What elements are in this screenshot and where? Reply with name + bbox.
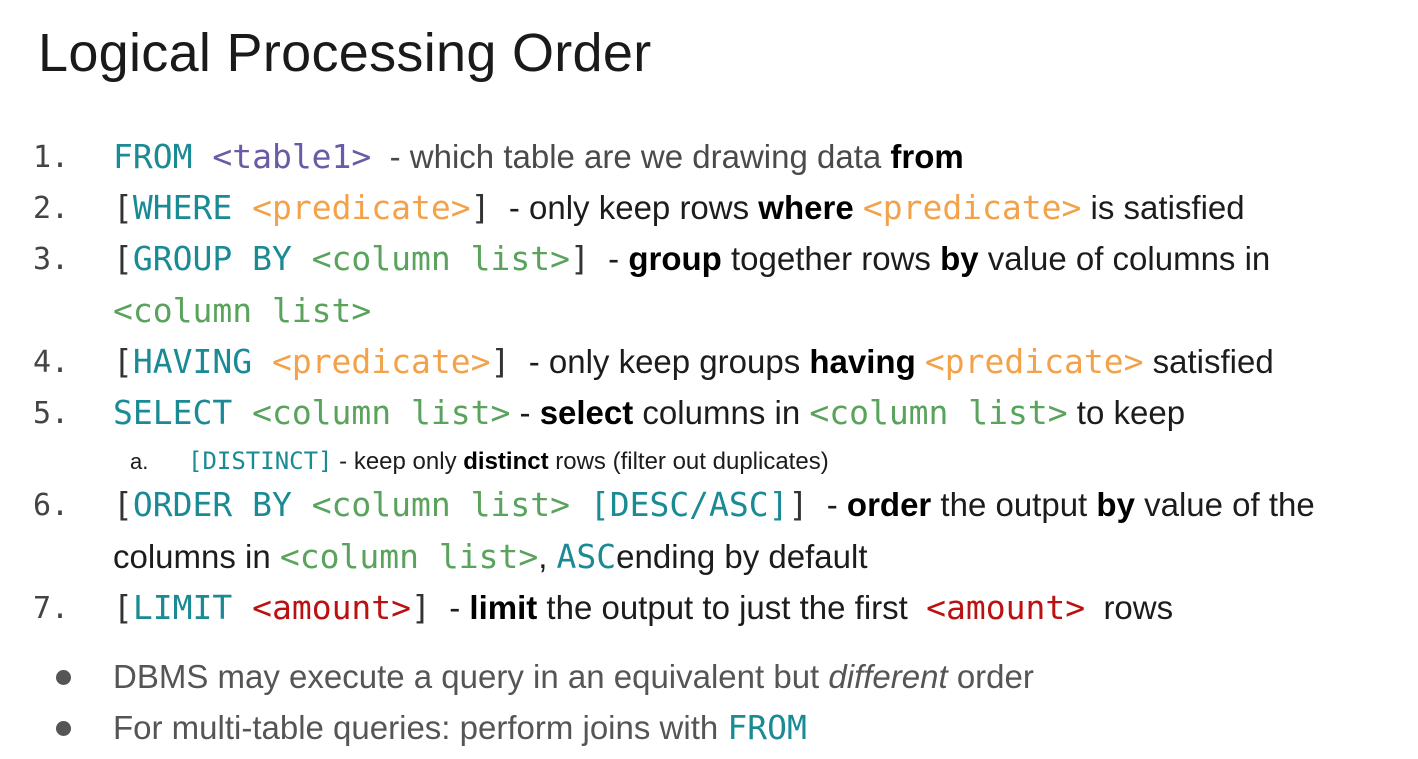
bullet-item-1: DBMS may execute a query in an equivalen… (113, 660, 1034, 693)
list-number: 3. (33, 242, 70, 277)
code-token: WHERE (132, 188, 253, 227)
text-segment: different (828, 658, 948, 695)
text-segment: from (890, 138, 964, 175)
code-token: <amount> (252, 588, 412, 627)
code-token: <column list> (252, 393, 511, 432)
list-item-1: FROM <table1> - which table are we drawi… (113, 140, 964, 173)
code-token: <column list> (113, 291, 372, 330)
code-token: SELECT (113, 393, 253, 432)
text-segment: ending by default (616, 538, 868, 575)
list-item-4: [HAVING <predicate>] - only keep groups … (113, 345, 1274, 378)
text-segment: by (1096, 486, 1135, 523)
code-token: [DISTINCT] (188, 447, 333, 475)
code-token: [ (113, 342, 133, 381)
text-segment: , (538, 538, 557, 575)
code-token: <column list> (311, 239, 570, 278)
code-token: ] (788, 485, 809, 524)
text-segment: order (846, 486, 932, 523)
text-segment: value of the (1134, 486, 1315, 523)
text-segment: - (510, 394, 540, 431)
text-segment: limit (469, 589, 538, 626)
code-token: [ (113, 188, 133, 227)
code-token: <predicate> (924, 342, 1144, 381)
text-segment: satisfied (1143, 343, 1274, 380)
list-number: 7. (33, 591, 70, 626)
text-segment: group (628, 240, 722, 277)
list-item-7: [LIMIT <amount>] - limit the output to j… (113, 591, 1173, 624)
text-segment: to keep (1067, 394, 1186, 431)
list-item-3: [GROUP BY <column list>] - group togethe… (113, 242, 1270, 275)
text-segment: columns in (633, 394, 810, 431)
sub-item-distinct: [DISTINCT] - keep only distinct rows (fi… (188, 449, 829, 474)
code-token: <predicate> (252, 188, 471, 227)
text-segment (854, 189, 863, 226)
code-token: [ (113, 239, 133, 278)
list-number: 1. (33, 140, 70, 175)
list-number: 2. (33, 191, 70, 226)
text-segment: having (809, 343, 916, 380)
code-token: <table1> (212, 137, 372, 176)
text-segment: the output to just the first (537, 589, 927, 626)
code-token: FROM (727, 708, 807, 747)
code-token: ] (569, 239, 590, 278)
text-segment (916, 343, 925, 380)
text-segment: value of columns in (978, 240, 1271, 277)
code-token: [DESC/ASC] (589, 485, 789, 524)
slide: Logical Processing Order 1. FROM <table1… (0, 0, 1418, 759)
code-token: <predicate> (862, 188, 1082, 227)
text-segment: DBMS may execute a query in an equivalen… (113, 658, 829, 695)
code-token: <column list> (311, 485, 570, 524)
text-segment: - keep only (332, 448, 464, 475)
code-token: HAVING (132, 342, 272, 381)
bullet-icon (56, 721, 71, 736)
text-segment: the output (931, 486, 1097, 523)
text-segment: where (758, 189, 854, 226)
text-segment: - (430, 589, 470, 626)
text-segment: rows (filter out duplicates) (548, 448, 829, 475)
code-token: ] (411, 588, 431, 627)
text-segment: rows (1085, 589, 1174, 626)
code-token: <column list> (279, 537, 539, 576)
list-number: 4. (33, 345, 70, 380)
list-item-2: [WHERE <predicate>] - only keep rows whe… (113, 191, 1245, 224)
code-token: <amount> (926, 588, 1086, 627)
list-number: 6. (33, 488, 70, 523)
code-token: LIMIT (132, 588, 253, 627)
text-segment: For multi-table queries: perform joins w… (113, 709, 728, 746)
list-item-6: [ORDER BY <column list> [DESC/ASC]] - or… (113, 488, 1315, 521)
text-segment: - (808, 486, 847, 523)
code-token: ORDER BY (132, 485, 312, 524)
code-token: FROM (113, 137, 213, 176)
text-segment: together rows (721, 240, 941, 277)
slide-title: Logical Processing Order (38, 23, 652, 83)
code-token: ] (470, 188, 491, 227)
text-segment: distinct (463, 448, 549, 475)
text-segment: - only keep groups (510, 343, 810, 380)
text-segment: by (940, 240, 979, 277)
code-token: ASC (556, 537, 617, 576)
code-token: [ (113, 588, 133, 627)
text-segment: order (947, 658, 1034, 695)
text-segment: - which table are we drawing data (371, 138, 891, 175)
list-item-3-continuation: <column list> (113, 294, 371, 327)
bullet-icon (56, 670, 71, 685)
text-segment: columns in (113, 538, 280, 575)
code-token: GROUP BY (132, 239, 312, 278)
code-token: <predicate> (271, 342, 491, 381)
text-segment: select (539, 394, 634, 431)
list-item-6-continuation: columns in <column list>, ASCending by d… (113, 540, 868, 573)
code-token: <column list> (809, 393, 1068, 432)
code-token: ] (490, 342, 511, 381)
sub-list-letter: a. (130, 449, 149, 474)
bullet-item-2: For multi-table queries: perform joins w… (113, 711, 807, 744)
list-number: 5. (33, 396, 70, 431)
text-segment: is satisfied (1081, 189, 1245, 226)
list-item-5: SELECT <column list> - select columns in… (113, 396, 1185, 429)
code-token: [ (113, 485, 133, 524)
text-segment: - (589, 240, 629, 277)
text-segment: - only keep rows (490, 189, 759, 226)
